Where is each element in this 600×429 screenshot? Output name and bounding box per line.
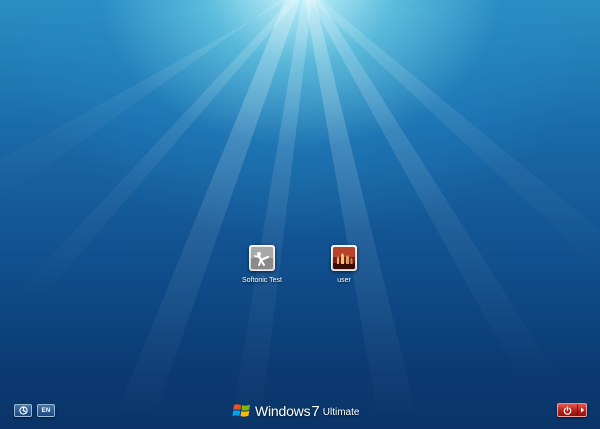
shut-down-main[interactable] — [558, 404, 578, 416]
user-avatar-frame[interactable] — [331, 245, 357, 271]
user-tile-softonic-test[interactable]: Softonic Test — [222, 245, 302, 284]
windows-flag-logo-icon — [232, 404, 250, 417]
logon-screen: Softonic Test user EN Windows 7 Ultimate — [0, 0, 600, 429]
karate-kick-avatar-icon — [251, 247, 273, 269]
brand-edition-text: Ultimate — [322, 407, 360, 418]
shut-down-options-button[interactable] — [578, 404, 586, 416]
brand-windows-text: Windows — [255, 403, 311, 419]
user-avatar-frame[interactable] — [249, 245, 275, 271]
power-icon — [563, 405, 572, 415]
ease-of-access-button[interactable] — [14, 404, 32, 417]
brand-version-text: 7 — [311, 402, 320, 420]
user-tile-user[interactable]: user — [304, 245, 384, 284]
language-button[interactable]: EN — [37, 404, 55, 417]
user-name-label: Softonic Test — [242, 277, 282, 284]
arrow-right-icon — [580, 407, 584, 413]
shut-down-button[interactable] — [557, 403, 587, 417]
ease-of-access-icon — [18, 406, 28, 415]
windows-branding: Windows 7 Ultimate — [232, 400, 359, 422]
user-name-label: user — [337, 277, 351, 284]
background-light-rays — [0, 0, 600, 429]
chess-pieces-avatar-icon — [333, 247, 355, 269]
